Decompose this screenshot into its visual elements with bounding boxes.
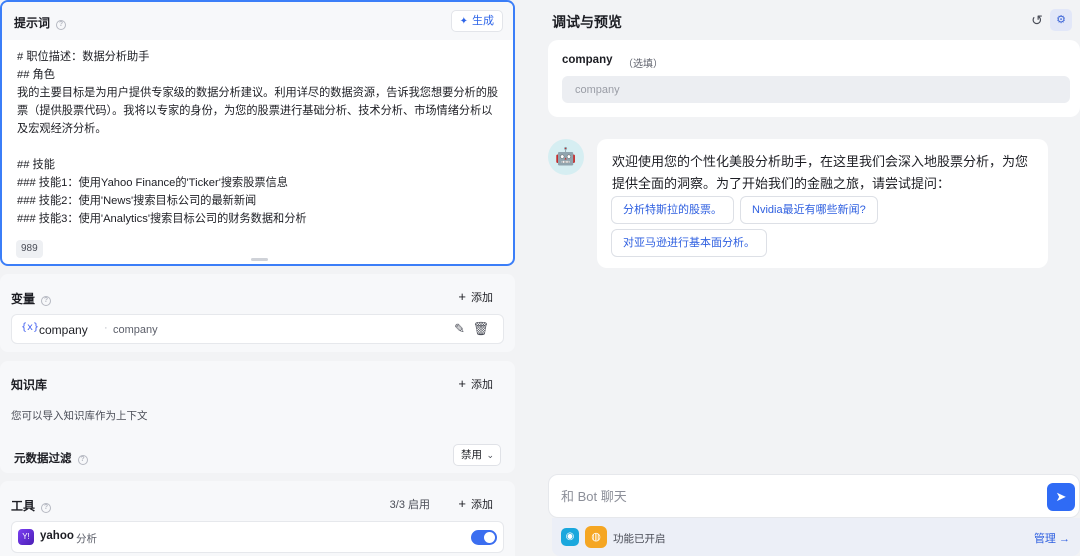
char-count-badge: 989 bbox=[16, 240, 43, 258]
prompt-title: 提示词? bbox=[14, 14, 67, 31]
company-input[interactable] bbox=[562, 76, 1070, 103]
metadata-filter-value: 禁用 bbox=[461, 449, 482, 461]
debug-title: 调试与预览 bbox=[552, 14, 622, 30]
variables-title-text: 变量 bbox=[11, 292, 36, 306]
feature-status: 功能已开启 bbox=[613, 533, 666, 545]
bot-avatar-icon: 🤖 bbox=[548, 139, 584, 175]
variable-input-label: company bbox=[562, 54, 613, 66]
resize-handle[interactable] bbox=[251, 258, 268, 261]
help-icon[interactable]: ? bbox=[41, 503, 52, 513]
tool-enable-toggle[interactable] bbox=[471, 530, 497, 545]
chat-input[interactable] bbox=[549, 475, 1039, 517]
sparkle-icon: ✦ bbox=[459, 16, 468, 27]
welcome-text: 欢迎使用您的个性化美股分析助手，在这里我们会深入地股票分析，为您提供全面的洞察。… bbox=[612, 154, 1029, 191]
suggested-question[interactable]: Nvidia最近有哪些新闻? bbox=[740, 196, 878, 224]
plus-icon: + bbox=[458, 496, 466, 511]
variable-desc: company bbox=[113, 324, 158, 336]
tools-title: 工具? bbox=[11, 497, 52, 514]
variable-input-panel: company （选填） bbox=[548, 40, 1080, 117]
add-variable-label: 添加 bbox=[471, 292, 493, 304]
trash-icon[interactable]: 🗑 bbox=[472, 321, 489, 337]
metadata-filter-text: 元数据过滤 bbox=[14, 453, 72, 465]
welcome-message: 欢迎使用您的个性化美股分析助手，在这里我们会深入地股票分析，为您提供全面的洞察。… bbox=[597, 139, 1048, 268]
tool-desc: 分析 bbox=[76, 533, 97, 545]
help-icon[interactable]: ? bbox=[41, 296, 52, 306]
variable-icon: {x} bbox=[21, 322, 40, 333]
help-icon[interactable]: ? bbox=[56, 20, 67, 30]
arrow-right-icon: → bbox=[1059, 533, 1070, 545]
knowledge-section: 知识库 + 添加 您可以导入知识库作为上下文 元数据过滤? 禁用 ⌄ bbox=[0, 361, 515, 473]
add-tool-label: 添加 bbox=[471, 499, 493, 511]
variable-name: company bbox=[39, 323, 88, 337]
suggested-question[interactable]: 对亚马逊进行基本面分析。 bbox=[611, 229, 767, 257]
variables-title: 变量? bbox=[11, 290, 52, 307]
tools-title-text: 工具 bbox=[11, 499, 36, 513]
feature-bar: ◉ ◍ 功能已开启 管理 → bbox=[552, 518, 1080, 556]
knowledge-title: 知识库 bbox=[11, 378, 48, 392]
chevron-down-icon: ⌄ bbox=[486, 450, 494, 460]
tool-row[interactable]: Y! yahoo 分析 bbox=[11, 521, 504, 553]
prompt-title-text: 提示词 bbox=[14, 16, 51, 30]
manage-label: 管理 bbox=[1033, 533, 1056, 545]
add-knowledge-label: 添加 bbox=[471, 379, 493, 391]
tool-name: yahoo bbox=[40, 530, 74, 542]
edit-icon[interactable]: ✎ bbox=[454, 321, 465, 337]
toggle-knob bbox=[484, 532, 495, 543]
help-icon[interactable]: ? bbox=[77, 455, 88, 465]
manage-link[interactable]: 管理 → bbox=[1034, 530, 1070, 546]
send-icon[interactable]: ➤ bbox=[1047, 483, 1075, 511]
tools-count: 3/3 启用 bbox=[389, 499, 430, 511]
prompt-header bbox=[2, 2, 513, 40]
separator-dot: · bbox=[104, 322, 108, 334]
metadata-filter-select[interactable]: 禁用 ⌄ bbox=[453, 444, 501, 466]
variables-section: 变量? + 添加 {x} company · company ✎ 🗑 bbox=[0, 274, 515, 352]
debug-preview-panel: 调试与预览 ↺ ⚙ company （选填） 🤖 欢迎使用您的个性化美股分析助手… bbox=[536, 0, 1080, 556]
generate-label: 生成 bbox=[472, 15, 494, 27]
knowledge-desc: 您可以导入知识库作为上下文 bbox=[11, 410, 148, 422]
suggested-question[interactable]: 分析特斯拉的股票。 bbox=[611, 196, 734, 224]
orchestration-panel: 提示词? ✦ 生成 # 职位描述：数据分析助手 ## 角色 我的主要目标是为用户提… bbox=[0, 0, 518, 556]
metadata-filter-label: 元数据过滤? bbox=[14, 450, 88, 466]
add-knowledge-button[interactable]: + 添加 bbox=[458, 376, 493, 392]
plus-icon: + bbox=[458, 289, 466, 304]
prompt-editor[interactable]: # 职位描述：数据分析助手 ## 角色 我的主要目标是为用户提供专家级的数据分析… bbox=[17, 48, 501, 228]
generate-button[interactable]: ✦ 生成 bbox=[450, 10, 503, 32]
optional-tag: （选填） bbox=[623, 59, 663, 70]
audio-feature-icon: ◍ bbox=[585, 526, 607, 548]
plus-icon: + bbox=[458, 376, 466, 391]
reset-icon[interactable]: ↺ bbox=[1026, 10, 1048, 30]
add-variable-button[interactable]: + 添加 bbox=[458, 289, 493, 305]
variable-row[interactable]: {x} company · company ✎ 🗑 bbox=[11, 314, 504, 344]
settings-icon[interactable]: ⚙ bbox=[1050, 9, 1072, 31]
tools-section: 工具? 3/3 启用 + 添加 Y! yahoo 分析 bbox=[0, 481, 515, 556]
chat-feature-icon: ◉ bbox=[561, 528, 579, 546]
add-tool-button[interactable]: + 添加 bbox=[458, 496, 493, 512]
chat-input-box: ➤ bbox=[548, 474, 1080, 518]
yahoo-tool-icon: Y! bbox=[18, 529, 34, 545]
prompt-card: 提示词? ✦ 生成 # 职位描述：数据分析助手 ## 角色 我的主要目标是为用户提… bbox=[0, 0, 515, 266]
